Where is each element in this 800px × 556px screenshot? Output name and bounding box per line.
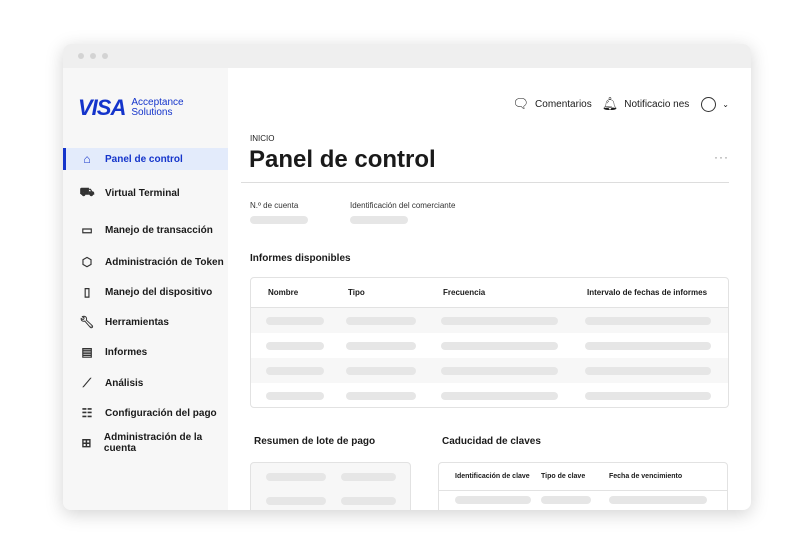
loading-placeholder [609, 496, 707, 504]
comments-link[interactable]: Comentarios [535, 99, 592, 110]
reports-heading: Informes disponibles [250, 253, 351, 264]
chart-icon: ⟋ [82, 375, 92, 390]
nav-label: Administración de Token [105, 256, 224, 268]
loading-placeholder [346, 342, 416, 350]
user-icon[interactable] [701, 96, 717, 112]
loading-placeholder [266, 473, 326, 481]
page-title: Panel de control [249, 146, 436, 173]
sidebar-item-herramientas[interactable]: 🔧︎ Herramientas [63, 311, 228, 333]
window-dot[interactable] [90, 53, 96, 59]
keys-heading: Caducidad de claves [442, 436, 541, 447]
nav-label: Virtual Terminal [105, 187, 180, 199]
loading-placeholder [585, 392, 711, 400]
more-options-icon[interactable]: ··· [714, 150, 729, 164]
column-header[interactable]: Fecha de vencimiento [609, 473, 682, 480]
table-header: Identificación de clave Tipo de clave Fe… [439, 463, 727, 491]
sidebar-item-configuracion[interactable]: ☷ Configuración del pago [63, 402, 228, 424]
nav-label: Informes [105, 346, 148, 358]
nav-label: Configuración del pago [105, 407, 217, 419]
keys-table: Identificación de clave Tipo de clave Fe… [438, 462, 728, 510]
column-header[interactable]: Tipo de clave [541, 473, 585, 480]
visa-logo: VISA [78, 95, 126, 120]
batch-heading: Resumen de lote de pago [254, 436, 376, 447]
table-row[interactable] [251, 383, 728, 407]
brand-line2: Solutions [131, 107, 173, 118]
merchant-value-placeholder [350, 216, 408, 224]
comments-icon[interactable]: 🗨︎ [513, 96, 530, 112]
cart-icon: ⛟ [79, 185, 95, 199]
nav-label: Análisis [105, 377, 144, 389]
column-header[interactable]: Identificación de clave [455, 473, 530, 480]
sidebar-item-panel-de-control[interactable]: ⌂ Panel de control [63, 148, 228, 170]
loading-placeholder [455, 496, 531, 504]
loading-placeholder [441, 317, 558, 325]
loading-placeholder [341, 497, 396, 505]
loading-placeholder [585, 367, 711, 375]
column-header[interactable]: Tipo [348, 288, 365, 297]
account-label: N.º de cuenta [250, 201, 299, 210]
merchant-label: Identificación del comerciante [350, 201, 456, 210]
loading-placeholder [346, 392, 416, 400]
home-icon: ⌂ [83, 152, 91, 166]
loading-placeholder [346, 367, 416, 375]
nav-label: Herramientas [105, 316, 169, 328]
loading-placeholder [441, 367, 558, 375]
loading-placeholder [441, 392, 558, 400]
loading-placeholder [346, 317, 416, 325]
nav-label: Administración de la cuenta [103, 432, 203, 454]
sidebar-item-virtual-terminal[interactable]: ⛟ Virtual Terminal [63, 182, 228, 204]
sidebar-item-informes[interactable]: ▤ Informes [63, 341, 228, 363]
top-bar: 🗨︎ Comentarios 🔔︎ Notificacio nes ⌄ [513, 96, 729, 112]
sidebar-item-analisis[interactable]: ⟋ Análisis [63, 372, 228, 394]
report-icon: ▤ [81, 345, 93, 359]
loading-placeholder [585, 317, 711, 325]
browser-window: VISA Acceptance Solutions ⌂ Panel de contr… [63, 44, 751, 510]
table-header: Nombre Tipo Frecuencia Intervalo de fech… [251, 278, 728, 308]
loading-placeholder [266, 367, 324, 375]
column-header[interactable]: Frecuencia [443, 288, 485, 297]
loading-placeholder [441, 342, 558, 350]
bell-icon[interactable]: 🔔︎ [602, 96, 619, 112]
device-icon: ▯ [83, 285, 91, 299]
notifications-link[interactable]: Notificacio nes [624, 99, 689, 110]
loading-placeholder [266, 317, 324, 325]
account-value-placeholder [250, 216, 308, 224]
nav-label: Panel de control [105, 153, 183, 165]
nav-label: Manejo de transacción [105, 224, 213, 236]
breadcrumb[interactable]: INICIO [250, 134, 274, 143]
sidebar-item-cuenta[interactable]: ⊞ Administración de la cuenta [63, 432, 228, 454]
batch-panel [250, 462, 411, 510]
column-header[interactable]: Intervalo de fechas de informes [587, 288, 707, 297]
checklist-icon: ☷ [81, 406, 93, 420]
table-row[interactable] [251, 333, 728, 358]
title-bar [63, 44, 751, 68]
wallet-icon: ▭ [81, 223, 93, 237]
loading-placeholder [541, 496, 591, 504]
logo[interactable]: VISA Acceptance Solutions [78, 95, 184, 121]
main-content: 🗨︎ Comentarios 🔔︎ Notificacio nes ⌄ INIC… [228, 68, 751, 510]
loading-placeholder [266, 392, 324, 400]
sidebar-item-dispositivo[interactable]: ▯ Manejo del dispositivo [63, 281, 228, 303]
chevron-down-icon[interactable]: ⌄ [722, 100, 729, 109]
window-dot[interactable] [78, 53, 84, 59]
loading-placeholder [266, 342, 324, 350]
table-row[interactable] [251, 308, 728, 333]
sidebar-item-transacciones[interactable]: ▭ Manejo de transacción [63, 219, 228, 241]
loading-placeholder [266, 497, 326, 505]
nav-label: Manejo del dispositivo [105, 286, 213, 298]
divider [241, 182, 729, 183]
column-header[interactable]: Nombre [268, 288, 298, 297]
wrench-icon: 🔧︎ [79, 315, 95, 329]
grid-icon: ⊞ [81, 436, 92, 450]
token-icon: ⬡ [81, 255, 93, 269]
loading-placeholder [341, 473, 396, 481]
table-row[interactable] [251, 358, 728, 383]
loading-placeholder [585, 342, 711, 350]
window-dot[interactable] [102, 53, 108, 59]
sidebar-item-token[interactable]: ⬡ Administración de Token [63, 251, 228, 273]
sidebar: VISA Acceptance Solutions ⌂ Panel de contr… [63, 68, 228, 510]
reports-table: Nombre Tipo Frecuencia Intervalo de fech… [250, 277, 729, 408]
